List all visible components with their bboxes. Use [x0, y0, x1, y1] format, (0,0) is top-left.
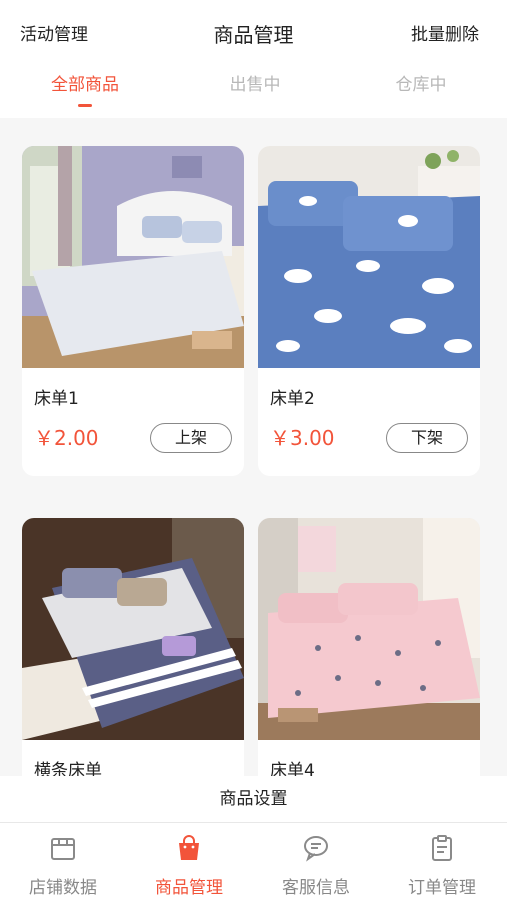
tab-on-sale[interactable]: 出售中: [190, 72, 320, 98]
list-on-shelf-button[interactable]: 上架: [150, 423, 232, 453]
active-tab-indicator: [78, 104, 92, 107]
nav-store-data[interactable]: 店铺数据: [0, 823, 126, 900]
batch-delete-button[interactable]: 批量删除: [411, 24, 479, 46]
nav-customer-service-label: 客服信息: [282, 878, 350, 898]
bed-white-room-photo: [22, 146, 244, 368]
product-name: 床单4: [270, 761, 315, 776]
bed-grey-stripes-photo: [22, 518, 244, 740]
product-card[interactable]: 床单2 ￥3.00 下架: [258, 146, 480, 476]
take-off-shelf-button[interactable]: 下架: [386, 423, 468, 453]
nav-goods-management[interactable]: 商品管理: [126, 823, 252, 900]
bed-blue-clouds-photo: [258, 146, 480, 368]
nav-order-management[interactable]: 订单管理: [379, 823, 505, 900]
product-grid: 床单1 ￥2.00 上架 床单2 ￥3.00 下架 横条床单 床单4: [0, 118, 507, 776]
nav-goods-management-label: 商品管理: [155, 878, 223, 898]
nav-customer-service[interactable]: 客服信息: [253, 823, 379, 900]
product-settings-button[interactable]: 商品设置: [0, 776, 507, 822]
tab-all-products-label: 全部商品: [51, 75, 119, 95]
activity-management-link[interactable]: 活动管理: [20, 24, 88, 46]
nav-order-management-label: 订单管理: [408, 878, 476, 898]
tab-in-warehouse-label: 仓库中: [395, 75, 447, 95]
store-icon: [51, 838, 75, 860]
product-price: ￥2.00: [34, 426, 99, 450]
tab-all-products[interactable]: 全部商品: [20, 72, 150, 107]
tab-in-warehouse[interactable]: 仓库中: [356, 72, 486, 98]
chat-bubble-icon: [304, 836, 328, 862]
product-card[interactable]: 床单4: [258, 518, 480, 776]
product-tabs: 全部商品 出售中 仓库中: [0, 72, 507, 112]
bed-pink-photo: [258, 518, 480, 740]
product-card[interactable]: 横条床单: [22, 518, 244, 776]
product-name: 床单1: [34, 389, 79, 409]
clipboard-icon: [432, 835, 452, 861]
bottom-nav: 店铺数据 商品管理 客服信息 订单管理: [0, 822, 507, 900]
shopping-bag-icon: [179, 835, 199, 860]
nav-store-data-label: 店铺数据: [29, 878, 97, 898]
product-name: 横条床单: [34, 761, 102, 776]
product-name: 床单2: [270, 389, 315, 409]
tab-on-sale-label: 出售中: [229, 75, 281, 95]
product-price: ￥3.00: [270, 426, 335, 450]
product-card[interactable]: 床单1 ￥2.00 上架: [22, 146, 244, 476]
top-header: 活动管理 商品管理 批量删除 全部商品 出售中 仓库中: [0, 0, 507, 118]
